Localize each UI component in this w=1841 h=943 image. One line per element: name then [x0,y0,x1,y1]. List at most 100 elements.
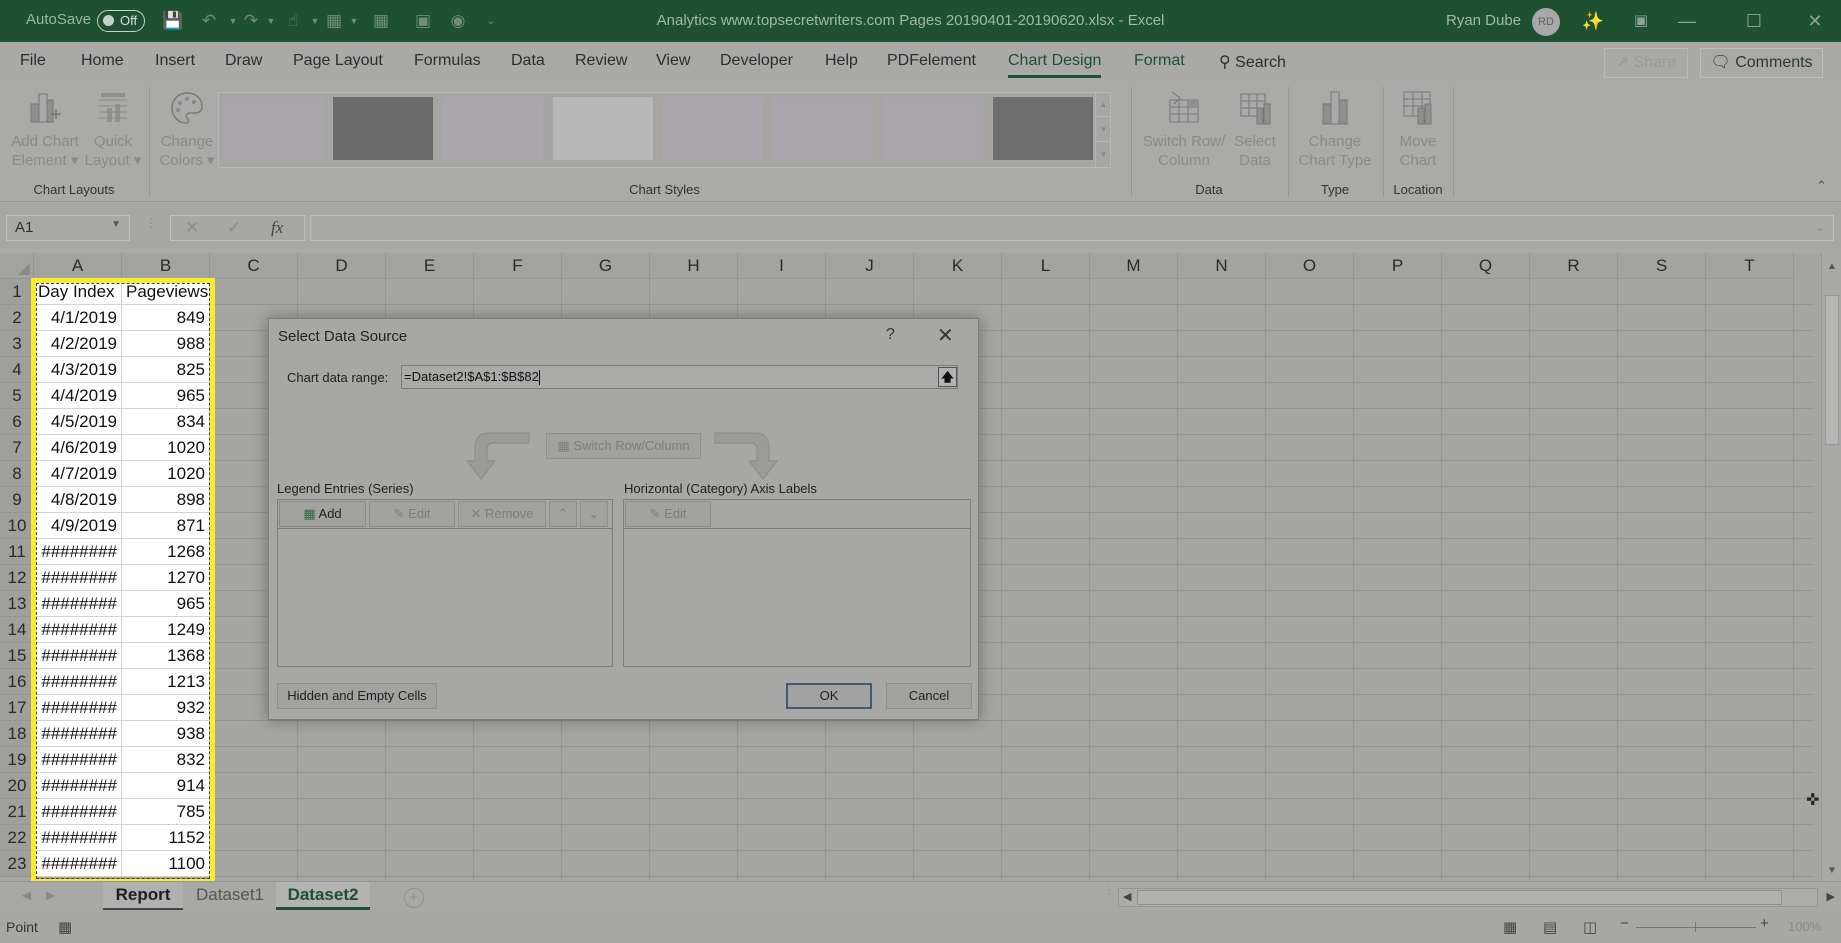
row-header-2[interactable]: 2 [0,305,34,331]
cell-b10[interactable]: 871 [122,513,210,539]
row-header-18[interactable]: 18 [0,721,34,747]
scroll-up-icon[interactable]: ▲ [1824,259,1840,275]
sheet-tab-dataset1[interactable]: Dataset1 [185,882,275,910]
cell-b16[interactable]: 1213 [122,669,210,695]
column-header-k[interactable]: K [914,253,1002,279]
cell-b5[interactable]: 965 [122,383,210,409]
prev-sheet-icon[interactable]: ◀ [22,888,31,902]
move-chart-button[interactable]: Move Chart [1388,90,1448,170]
chart-style-3[interactable] [443,97,543,160]
zoom-slider-thumb[interactable] [1695,922,1696,932]
row-header-5[interactable]: 5 [0,383,34,409]
tab-help[interactable]: Help [825,52,858,70]
tab-review[interactable]: Review [575,52,627,70]
row-header-6[interactable]: 6 [0,409,34,435]
formula-input[interactable]: ⌄ [310,215,1834,241]
cell-a1[interactable]: Day Index [34,279,122,305]
chart-style-8[interactable] [993,97,1093,160]
cell-b17[interactable]: 932 [122,695,210,721]
cell-b13[interactable]: 965 [122,591,210,617]
row-header-15[interactable]: 15 [0,643,34,669]
cell-b20[interactable]: 914 [122,773,210,799]
cell-a17[interactable]: ######## [34,695,122,721]
row-header-10[interactable]: 10 [0,513,34,539]
column-header-r[interactable]: R [1530,253,1618,279]
add-sheet-button[interactable]: + [404,888,424,908]
tab-draw[interactable]: Draw [225,52,262,70]
cell-a9[interactable]: 4/8/2019 [34,487,122,513]
maximize-icon[interactable]: ☐ [1739,8,1769,34]
row-header-21[interactable]: 21 [0,799,34,825]
switch-row-column-button[interactable]: Switch Row/ Column [1140,90,1228,170]
tab-page-layout[interactable]: Page Layout [293,52,383,70]
add-series-button[interactable]: ▦ Add [279,501,366,527]
tab-chart-design[interactable]: Chart Design [1008,52,1102,78]
ribbon-display-options-icon[interactable]: ▣ [1626,8,1656,34]
move-down-button[interactable]: ⌄ [580,501,608,527]
cell-a6[interactable]: 4/5/2019 [34,409,122,435]
collapse-ribbon-icon[interactable]: ⌃ [1816,178,1827,194]
column-header-b[interactable]: B [122,253,210,279]
expand-formula-bar-icon[interactable]: ⌄ [1815,220,1825,234]
row-header-1[interactable]: 1 [0,279,34,305]
remove-series-button[interactable]: ✕ Remove [458,501,546,527]
cell-b19[interactable]: 832 [122,747,210,773]
select-all-corner[interactable] [0,253,34,279]
legend-entries-list[interactable]: ▦ Add ✎ Edit ✕ Remove ⌃ ⌄ [277,499,613,667]
scroll-down-icon[interactable]: ▼ [1824,863,1840,879]
row-header-11[interactable]: 11 [0,539,34,565]
cell-a5[interactable]: 4/4/2019 [34,383,122,409]
column-header-e[interactable]: E [386,253,474,279]
column-header-q[interactable]: Q [1442,253,1530,279]
row-header-13[interactable]: 13 [0,591,34,617]
formula-bar-grip[interactable]: ⋮ [145,217,157,229]
column-header-l[interactable]: L [1002,253,1090,279]
change-chart-type-button[interactable]: Change Chart Type [1294,90,1376,170]
search-box[interactable]: ⚲ Search [1219,52,1286,72]
tab-developer[interactable]: Developer [720,52,793,70]
sheet-tab-dataset2[interactable]: Dataset2 [276,882,370,910]
cell-b23[interactable]: 1100 [122,851,210,877]
scroll-right-icon[interactable]: ▶ [1827,890,1835,903]
row-header-14[interactable]: 14 [0,617,34,643]
gallery-more-icon[interactable]: ▼ [1096,142,1111,167]
column-header-o[interactable]: O [1266,253,1354,279]
minimize-icon[interactable]: — [1672,8,1702,34]
switch-row-column-button[interactable]: ▦ Switch Row/Column [546,433,701,459]
cell-a3[interactable]: 4/2/2019 [34,331,122,357]
cell-a16[interactable]: ######## [34,669,122,695]
gallery-down-icon[interactable]: ▼ [1096,117,1111,142]
cell-a13[interactable]: ######## [34,591,122,617]
axis-labels-list[interactable]: ✎ Edit [623,499,971,667]
chart-style-7[interactable] [883,97,983,160]
gallery-up-icon[interactable]: ▲ [1096,92,1111,117]
cell-b22[interactable]: 1152 [122,825,210,851]
row-header-16[interactable]: 16 [0,669,34,695]
cell-b14[interactable]: 1249 [122,617,210,643]
hidden-empty-cells-button[interactable]: Hidden and Empty Cells [277,683,437,709]
cell-a8[interactable]: 4/7/2019 [34,461,122,487]
cell-b11[interactable]: 1268 [122,539,210,565]
zoom-out-icon[interactable]: − [1620,915,1629,932]
confirm-entry-icon[interactable]: ✓ [227,218,241,238]
row-header-4[interactable]: 4 [0,357,34,383]
column-header-p[interactable]: P [1354,253,1442,279]
name-box[interactable]: A1 ▼ [6,215,130,241]
coauthoring-icon[interactable]: ✨ [1578,8,1608,34]
column-header-n[interactable]: N [1178,253,1266,279]
row-header-22[interactable]: 22 [0,825,34,851]
chart-style-4[interactable] [553,97,653,160]
cell-b3[interactable]: 988 [122,331,210,357]
cell-b8[interactable]: 1020 [122,461,210,487]
edit-series-button[interactable]: ✎ Edit [369,501,455,527]
column-header-c[interactable]: C [210,253,298,279]
column-header-t[interactable]: T [1706,253,1794,279]
zoom-in-icon[interactable]: + [1760,915,1769,932]
scroll-left-icon[interactable]: ◀ [1123,890,1131,903]
cell-b21[interactable]: 785 [122,799,210,825]
cell-b4[interactable]: 825 [122,357,210,383]
chart-style-5[interactable] [663,97,763,160]
column-header-i[interactable]: I [738,253,826,279]
cell-a7[interactable]: 4/6/2019 [34,435,122,461]
cell-a22[interactable]: ######## [34,825,122,851]
